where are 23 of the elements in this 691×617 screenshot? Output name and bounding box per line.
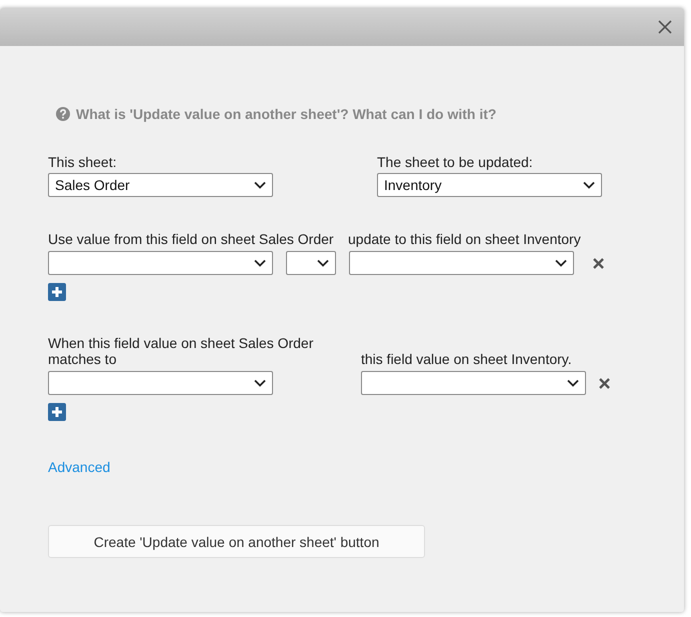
dropdown[interactable]: Inventory — [377, 173, 602, 197]
chevron-down-icon — [317, 259, 329, 267]
field-label: update to this field on sheet Inventory — [348, 231, 582, 247]
field-label: When this field value on sheet Sales Order matches to — [48, 335, 314, 367]
chevron-down-icon — [254, 181, 266, 189]
field-label: Use value from this field on sheet Sales Order — [48, 231, 335, 247]
dropdown[interactable]: Sales Order — [48, 173, 273, 197]
add-icon[interactable] — [48, 403, 66, 421]
field-label: The sheet to be updated: — [377, 154, 534, 170]
chevron-down-icon — [583, 181, 595, 189]
chevron-down-icon — [555, 259, 567, 267]
field-label: this field value on sheet Inventory. — [361, 351, 573, 367]
chevron-down-icon — [254, 259, 266, 267]
create-button[interactable]: Create 'Update value on another sheet' button — [48, 525, 425, 558]
dropdown[interactable] — [286, 251, 336, 275]
remove-icon[interactable] — [593, 258, 604, 268]
chevron-down-icon — [567, 379, 579, 387]
field-label: This sheet: — [48, 154, 118, 170]
close-icon[interactable] — [658, 20, 672, 34]
chevron-down-icon — [254, 379, 266, 387]
remove-icon[interactable] — [599, 378, 610, 388]
help-icon — [56, 107, 70, 121]
add-icon[interactable] — [48, 283, 66, 301]
